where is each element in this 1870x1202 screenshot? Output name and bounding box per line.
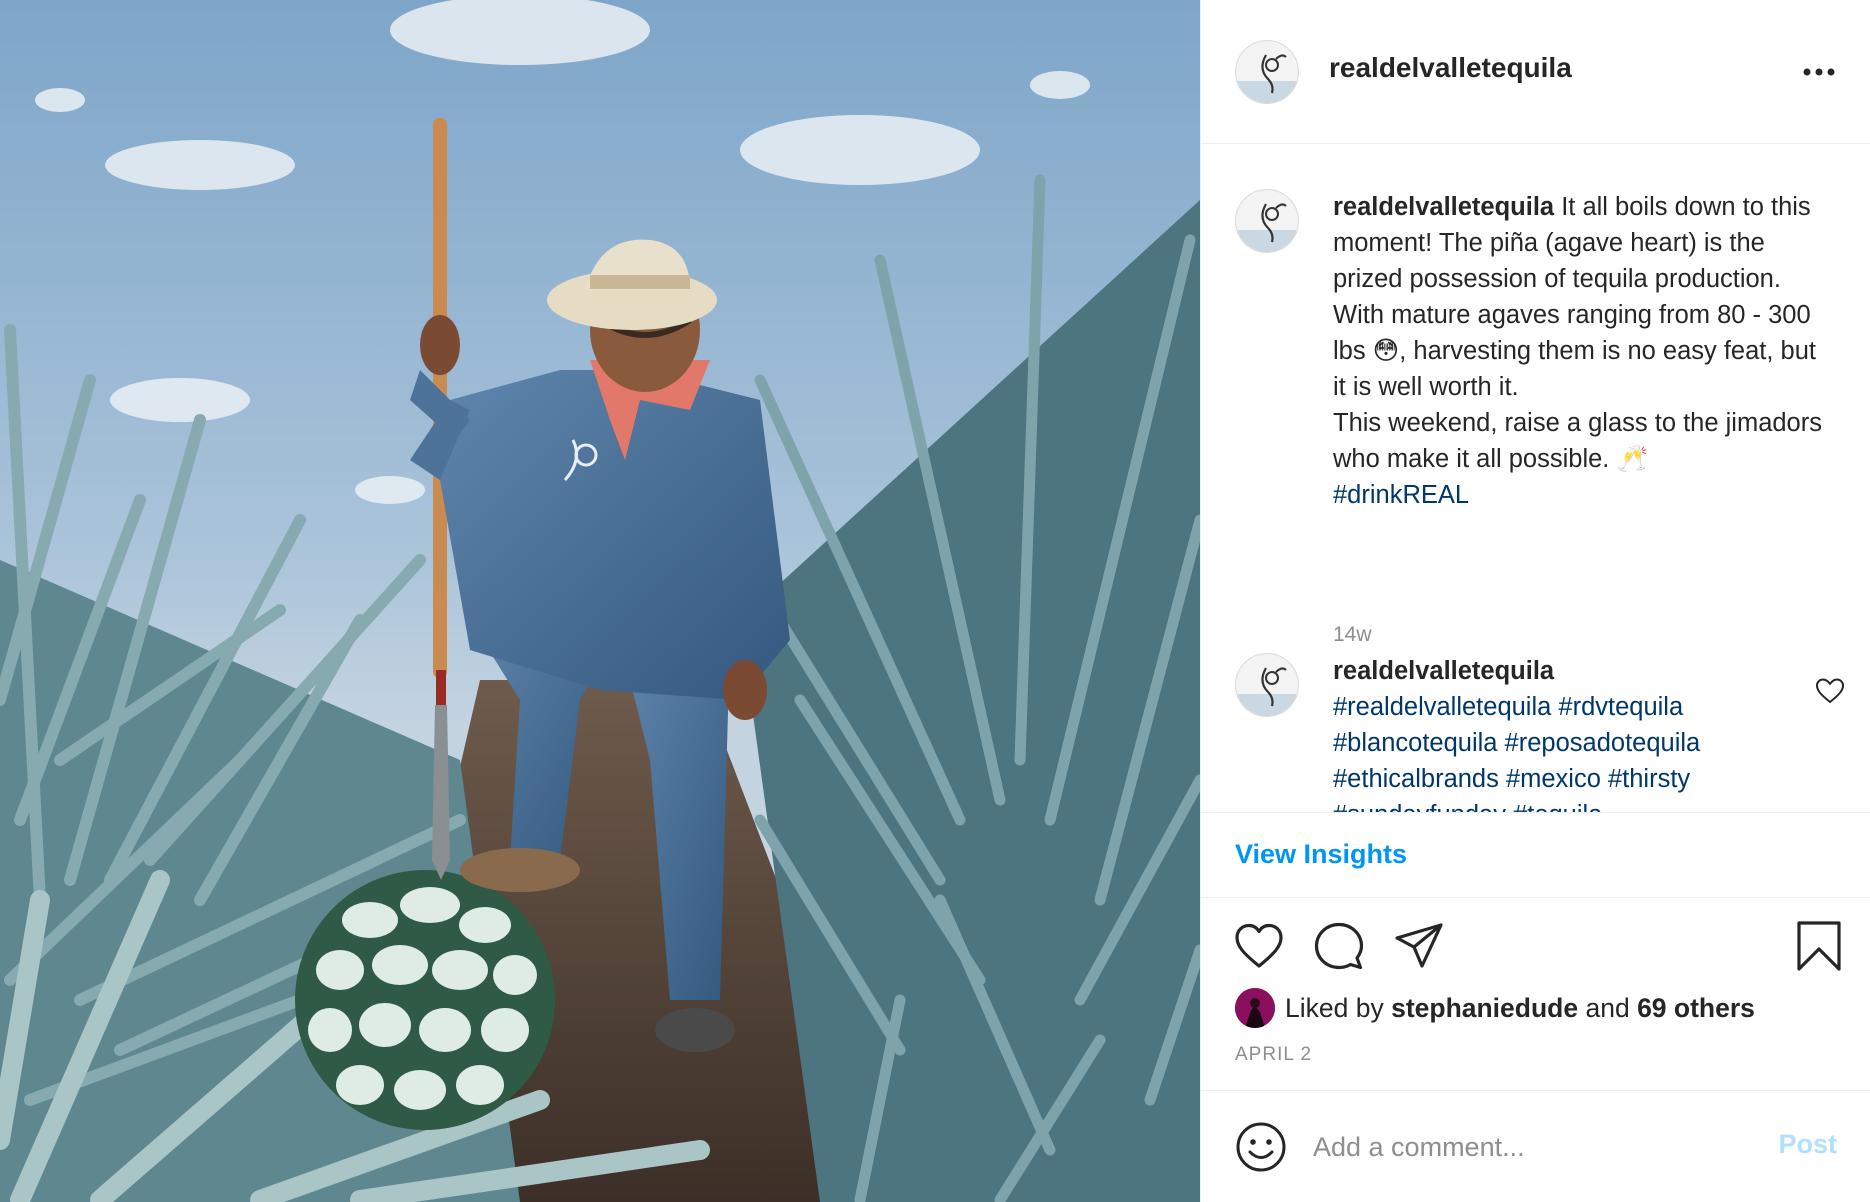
comment-text: realdelvalletequila #realdelvalletequila…: [1333, 653, 1833, 812]
bookmark-icon[interactable]: [1793, 920, 1845, 972]
comment-like-heart-icon[interactable]: [1815, 677, 1845, 705]
brand-logo-icon: [1236, 667, 1298, 716]
post-timestamp[interactable]: 14w: [1333, 623, 1372, 647]
post-comment-button[interactable]: Post: [1778, 1129, 1837, 1160]
paper-plane-icon[interactable]: [1393, 920, 1445, 972]
caption-line-2: This weekend, raise a glass to the jimad…: [1333, 409, 1822, 473]
liker-photo: [1235, 988, 1275, 1028]
view-insights-link[interactable]: View Insights: [1235, 839, 1407, 870]
comment-bubble-icon[interactable]: [1313, 920, 1365, 972]
more-horizontal-icon[interactable]: [1799, 60, 1839, 84]
comment-input[interactable]: [1313, 1125, 1753, 1169]
smiley-icon[interactable]: [1235, 1121, 1287, 1173]
post-header: realdelvalletequila: [1201, 0, 1870, 144]
likes-others-link[interactable]: 69 others: [1637, 993, 1755, 1024]
caption-avatar[interactable]: [1235, 189, 1299, 253]
profile-avatar[interactable]: [1235, 40, 1299, 104]
post-date[interactable]: APRIL 2: [1235, 1044, 1312, 1066]
likes-conjunction: and: [1585, 992, 1630, 1023]
jimador-agave-photo: [0, 0, 1200, 1202]
likes-summary: Liked by stephaniedude and 69 others: [1235, 988, 1755, 1028]
add-comment-bar: Post: [1201, 1090, 1870, 1202]
caption-username[interactable]: realdelvalletequila: [1333, 193, 1554, 221]
comments-list[interactable]: realdelvalletequila It all boils down to…: [1201, 145, 1870, 812]
comment-avatar[interactable]: [1235, 653, 1299, 717]
comment-hashtags[interactable]: #realdelvalletequila #rdvtequila #blanco…: [1333, 693, 1700, 812]
brand-logo-icon: [1236, 203, 1298, 252]
caption-line-1: It all boils down to this moment! The pi…: [1333, 193, 1816, 401]
post-photo[interactable]: [0, 0, 1200, 1202]
post-author-username[interactable]: realdelvalletequila: [1329, 52, 1572, 84]
post-details-panel: realdelvalletequila realdelvalletequila …: [1200, 0, 1870, 1202]
caption-hashtag-link[interactable]: #drinkREAL: [1333, 481, 1469, 509]
likes-prefix: Liked by: [1285, 992, 1384, 1023]
comment-username[interactable]: realdelvalletequila: [1333, 657, 1554, 685]
brand-logo-icon: [1236, 54, 1298, 103]
liker-avatar[interactable]: [1235, 988, 1275, 1028]
heart-icon[interactable]: [1233, 920, 1285, 972]
insights-bar: View Insights: [1201, 812, 1870, 898]
caption-text: realdelvalletequila It all boils down to…: [1333, 189, 1833, 513]
liker-username[interactable]: stephaniedude: [1391, 993, 1578, 1024]
